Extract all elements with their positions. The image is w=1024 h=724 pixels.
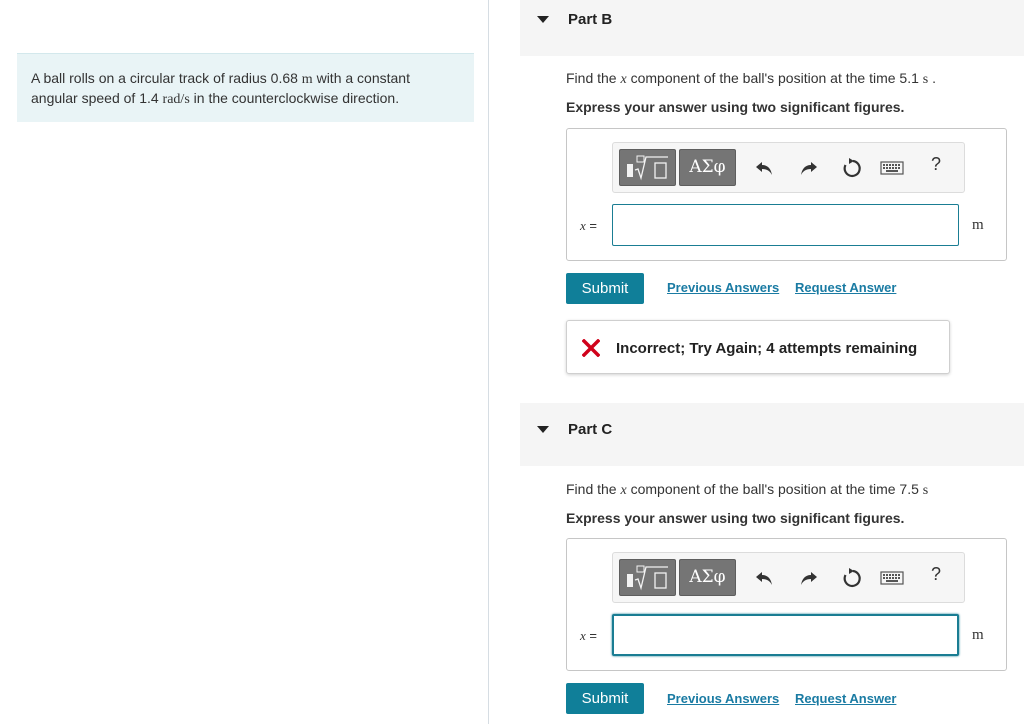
part-b-request-answer-link[interactable]: Request Answer [795, 280, 896, 295]
prompt-text: Find the [566, 70, 621, 86]
problem-text: with a constant [312, 70, 410, 86]
help-button[interactable]: ? [931, 154, 941, 175]
variable-label: x = [580, 218, 597, 234]
part-c-submit-button[interactable]: Submit [566, 683, 644, 714]
feedback-message: Incorrect; Try Again; 4 attempts remaini… [616, 340, 918, 357]
part-b-instruction: Express your answer using two significan… [566, 99, 905, 115]
part-c-title: Part C [568, 421, 613, 438]
collapse-caret-icon[interactable] [537, 426, 549, 433]
problem-text: angular speed of 1.4 [31, 90, 163, 106]
redo-icon[interactable] [796, 566, 820, 590]
problem-text: in the counterclockwise direction. [189, 90, 400, 106]
keyboard-icon[interactable] [879, 156, 905, 180]
part-b-submit-button[interactable]: Submit [566, 273, 644, 304]
radius-unit: m [301, 72, 313, 87]
part-b-header[interactable]: Part B [520, 0, 1024, 56]
reset-icon[interactable] [839, 156, 863, 180]
part-b-feedback: Incorrect; Try Again; 4 attempts remaini… [566, 320, 950, 374]
keyboard-icon[interactable] [879, 566, 905, 590]
part-c-header[interactable]: Part C [520, 403, 1024, 466]
sqrt-template-icon[interactable] [619, 559, 676, 596]
part-b-answer-input[interactable] [612, 204, 959, 246]
problem-text: A ball rolls on a circular track of radi… [31, 70, 302, 86]
part-c-previous-answers-link[interactable]: Previous Answers [667, 691, 779, 706]
part-c-prompt: Find the x component of the ball's posit… [566, 481, 928, 499]
sqrt-template-icon[interactable] [619, 149, 676, 186]
problem-statement: A ball rolls on a circular track of radi… [17, 53, 474, 122]
part-c-instruction: Express your answer using two significan… [566, 510, 905, 526]
part-c-request-answer-link[interactable]: Request Answer [795, 691, 896, 706]
answer-unit: m [972, 217, 984, 233]
undo-icon[interactable] [753, 566, 777, 590]
help-button[interactable]: ? [931, 564, 941, 585]
part-b-title: Part B [568, 11, 613, 28]
equals-sign: = [585, 628, 597, 643]
parts-pane: Part B Find the x component of the ball'… [490, 0, 1024, 724]
prompt-text: component of the ball's position at the … [626, 70, 923, 86]
incorrect-x-icon [581, 338, 601, 358]
part-c-answer-input[interactable] [612, 614, 959, 656]
part-b-prompt: Find the x component of the ball's posit… [566, 70, 936, 88]
prompt-unit: s [922, 483, 929, 498]
part-c-answer-box: ΑΣφ ? x = m [566, 538, 1007, 671]
part-b-answer-box: ΑΣφ ? x = m [566, 128, 1007, 261]
greek-symbols-button[interactable]: ΑΣφ [679, 149, 736, 186]
variable-label: x = [580, 628, 597, 644]
redo-icon[interactable] [796, 156, 820, 180]
math-toolbar: ΑΣφ ? [612, 552, 965, 603]
speed-unit: rad/s [162, 92, 190, 107]
undo-icon[interactable] [753, 156, 777, 180]
greek-symbols-button[interactable]: ΑΣφ [679, 559, 736, 596]
problem-pane: A ball rolls on a circular track of radi… [0, 0, 489, 724]
prompt-text: . [928, 70, 937, 86]
reset-icon[interactable] [839, 566, 863, 590]
math-toolbar: ΑΣφ ? [612, 142, 965, 193]
equals-sign: = [585, 218, 597, 233]
part-b-previous-answers-link[interactable]: Previous Answers [667, 280, 779, 295]
collapse-caret-icon[interactable] [537, 16, 549, 23]
prompt-text: component of the ball's position at the … [626, 481, 923, 497]
prompt-text: Find the [566, 481, 621, 497]
answer-unit: m [972, 627, 984, 643]
